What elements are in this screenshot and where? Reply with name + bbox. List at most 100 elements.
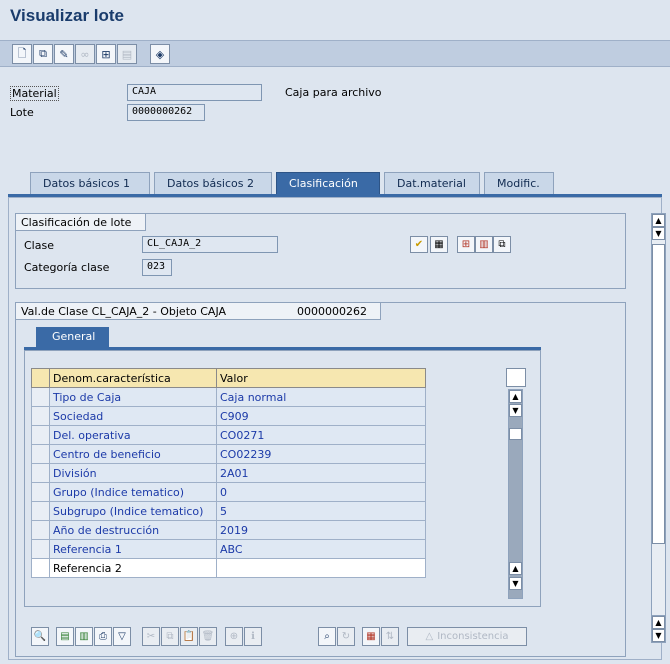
row-selector[interactable] — [31, 558, 50, 578]
characteristic-name: Subgrupo (Indice tematico) — [49, 501, 217, 521]
categoria-clase-field[interactable]: 023 — [142, 259, 172, 276]
clasificacion-group-title: Clasificación de lote — [16, 214, 147, 231]
detail-icon[interactable]: ▦ — [430, 236, 448, 253]
characteristic-name: Del. operativa — [49, 425, 217, 445]
table-scroll-page-up-icon[interactable]: ▲ — [509, 562, 522, 575]
tab-dat-material[interactable]: Dat.material — [384, 172, 480, 194]
column-header-valor[interactable]: Valor — [216, 368, 426, 388]
glasses-icon: ∞ — [75, 44, 95, 64]
material-field[interactable]: CAJA — [127, 84, 262, 101]
tab-datos-basicos-1[interactable]: Datos básicos 1 — [30, 172, 150, 194]
detail-view-icon[interactable]: 🔍 — [31, 627, 49, 646]
copy-row-icon[interactable]: ⧉ — [493, 236, 511, 253]
row-selector[interactable] — [31, 444, 50, 464]
print-icon[interactable]: ⎙ — [94, 627, 112, 646]
clase-field[interactable]: CL_CAJA_2 — [142, 236, 278, 253]
insert-icon: ⊕ — [225, 627, 243, 646]
table-settings-icon[interactable]: ▦ — [362, 627, 380, 646]
new-document-icon[interactable]: 🗋 — [12, 44, 32, 64]
characteristic-value[interactable]: CO0271 — [216, 425, 426, 445]
find-next-icon: ↻ — [337, 627, 355, 646]
application-toolbar: 🗋 ⧉ ✎ ∞ ⊞ ▤ ◈ — [0, 40, 670, 67]
table-row: Del. operativa CO0271 — [31, 425, 426, 445]
characteristic-value[interactable]: CO02239 — [216, 444, 426, 464]
clasificacion-group: Clasificación de lote Clase CL_CAJA_2 Ca… — [15, 213, 626, 289]
add-row-icon[interactable]: ⊞ — [457, 236, 475, 253]
scroll-thumb[interactable] — [652, 244, 665, 544]
valores-group-title: Val.de Clase CL_CAJA_2 - Objeto CAJA 000… — [16, 303, 381, 320]
table-scroll-up-icon[interactable]: ▲ — [509, 390, 522, 403]
row-selector[interactable] — [31, 501, 50, 521]
tab-clasificacion[interactable]: Clasificación — [276, 172, 380, 194]
lote-field[interactable]: 0000000262 — [127, 104, 205, 121]
characteristic-value[interactable] — [216, 558, 426, 578]
copy-row-icon-bottom: ⧉ — [161, 627, 179, 646]
characteristic-name: División — [49, 463, 217, 483]
scroll-up-icon-bottom[interactable]: ▲ — [652, 616, 665, 629]
characteristic-value[interactable]: 2A01 — [216, 463, 426, 483]
table-row: Centro de beneficio CO02239 — [31, 444, 426, 464]
outer-scrollbar-bottom[interactable]: ▲ ▼ — [651, 615, 666, 643]
characteristic-name: Referencia 2 — [49, 558, 217, 578]
characteristic-name: Tipo de Caja — [49, 387, 217, 407]
row-selector[interactable] — [31, 482, 50, 502]
outer-vertical-scrollbar[interactable]: ▲ ▼ — [651, 213, 666, 625]
characteristic-value[interactable]: 0 — [216, 482, 426, 502]
characteristic-value[interactable]: Caja normal — [216, 387, 426, 407]
material-description: Caja para archivo — [285, 86, 382, 99]
row-selector[interactable] — [31, 406, 50, 426]
categoria-clase-label: Categoría clase — [24, 261, 110, 274]
clase-label: Clase — [24, 239, 54, 252]
characteristic-name: Referencia 1 — [49, 539, 217, 559]
table-row: Grupo (Indice tematico) 0 — [31, 482, 426, 502]
characteristic-value[interactable]: C909 — [216, 406, 426, 426]
table-row: Sociedad C909 — [31, 406, 426, 426]
tab-datos-basicos-2[interactable]: Datos básicos 2 — [154, 172, 272, 194]
row-selector[interactable] — [31, 387, 50, 407]
characteristic-value[interactable]: 2019 — [216, 520, 426, 540]
row-selector[interactable] — [31, 539, 50, 559]
grid-icon: ▤ — [117, 44, 137, 64]
characteristics-table: Denom.característica Valor Tipo de Caja … — [31, 368, 426, 578]
table-row: División 2A01 — [31, 463, 426, 483]
table-scroll-page-down-icon[interactable]: ▼ — [509, 577, 522, 590]
tree-icon[interactable]: ⊞ — [96, 44, 116, 64]
select-all-cell[interactable] — [31, 368, 50, 388]
binoculars-icon[interactable]: ⌕ — [318, 627, 336, 646]
tab-modific[interactable]: Modific. — [484, 172, 554, 194]
table-scroll-down-icon[interactable]: ▼ — [509, 404, 522, 417]
page-title: Visualizar lote — [10, 6, 125, 25]
delete-icon: 🗑 — [199, 627, 217, 646]
table-scroll-thumb[interactable] — [509, 428, 522, 440]
row-selector[interactable] — [31, 425, 50, 445]
subtab-general[interactable]: General — [36, 327, 110, 347]
table-row: Referencia 2 — [31, 558, 426, 578]
column-settings-button[interactable] — [506, 368, 526, 387]
copy-icon[interactable]: ⧉ — [33, 44, 53, 64]
table-row: Año de destrucción 2019 — [31, 520, 426, 540]
table-row: Subgrupo (Indice tematico) 5 — [31, 501, 426, 521]
characteristic-name: Grupo (Indice tematico) — [49, 482, 217, 502]
table-icon[interactable]: ▥ — [475, 236, 493, 253]
scroll-down-icon[interactable]: ▼ — [652, 227, 665, 240]
scroll-down-icon-bottom[interactable]: ▼ — [652, 629, 665, 642]
pencil-icon[interactable]: ✎ — [54, 44, 74, 64]
eraser-icon[interactable]: ◈ — [150, 44, 170, 64]
characteristic-name: Centro de beneficio — [49, 444, 217, 464]
valores-title-text: Val.de Clase CL_CAJA_2 - Objeto CAJA — [21, 305, 227, 318]
select-block-icon[interactable]: ▥ — [75, 627, 93, 646]
row-selector[interactable] — [31, 520, 50, 540]
characteristic-name: Sociedad — [49, 406, 217, 426]
cut-icon: ✂ — [142, 627, 160, 646]
info-icon: ℹ — [244, 627, 262, 646]
filter-icon[interactable]: ▽ — [113, 627, 131, 646]
characteristic-value[interactable]: 5 — [216, 501, 426, 521]
table-vertical-scrollbar[interactable]: ▲ ▼ ▲ ▼ — [508, 389, 523, 599]
row-selector[interactable] — [31, 463, 50, 483]
check-icon[interactable]: ✔ — [410, 236, 428, 253]
insert-row-icon[interactable]: ▤ — [56, 627, 74, 646]
characteristic-value[interactable]: ABC — [216, 539, 426, 559]
column-header-denom[interactable]: Denom.característica — [49, 368, 217, 388]
scroll-up-icon[interactable]: ▲ — [652, 214, 665, 227]
characteristic-name: Año de destrucción — [49, 520, 217, 540]
